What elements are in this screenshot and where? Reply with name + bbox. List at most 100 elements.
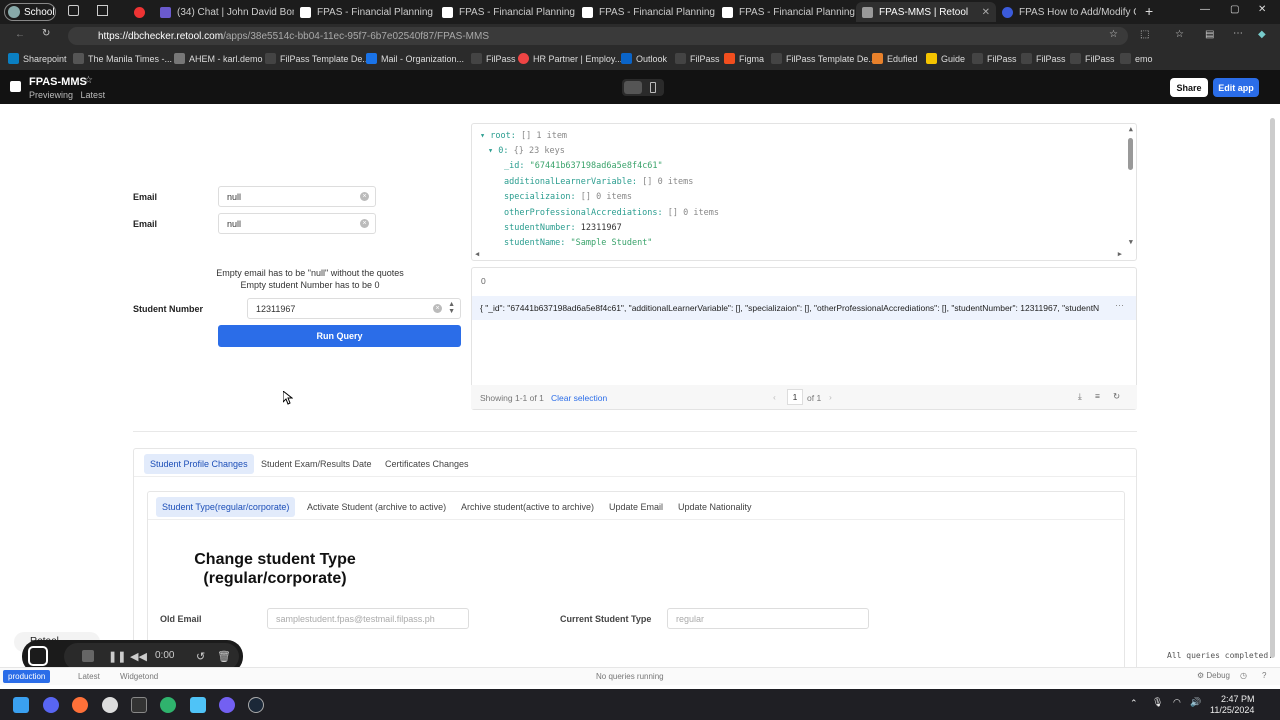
tab-student-type[interactable]: Student Type(regular/corporate) [156,497,296,517]
email-field[interactable]: null × [218,213,376,234]
caret-down-icon[interactable]: ▾ [488,146,498,156]
desktop-icon[interactable] [624,81,642,94]
edit-app-button[interactable]: Edit app [1213,78,1259,97]
prev-page-icon[interactable]: ‹ [773,392,776,402]
browser-tab[interactable]: FPAS How to Add/Modify C✕ [996,2,1136,22]
bookmark[interactable]: FilPass [471,53,516,64]
clear-icon[interactable]: × [433,304,442,313]
bookmark[interactable]: FilPass [1021,53,1066,64]
tab-activate-student[interactable]: Activate Student (archive to active) [301,497,452,517]
bookmark[interactable]: HR Partner | Employ... [518,53,622,64]
scrollbar[interactable] [1128,138,1133,170]
clear-selection-link[interactable]: Clear selection [551,393,607,403]
download-icon[interactable]: ⤓ [1078,391,1082,402]
star-icon[interactable]: ☆ [1109,29,1118,40]
tab-student-exam-results-date[interactable]: Student Exam/Results Date [255,454,378,474]
bookmark[interactable]: FilPass Template De... [265,53,370,64]
more-icon[interactable]: ⋯ [1115,300,1124,311]
firefox-icon[interactable] [72,697,88,713]
pause-icon[interactable]: ❚❚ [108,650,126,663]
column-header[interactable]: 0 [481,276,486,286]
clock-time[interactable]: 2:47 PM [1221,694,1255,704]
run-query-button[interactable]: Run Query [218,325,461,347]
bookmark[interactable]: Figma [724,53,764,64]
widget-label[interactable]: Widgetond [120,672,158,681]
url-input[interactable]: https://dbchecker.retool.com/apps/38e551… [68,27,1128,45]
bookmark[interactable]: FilPass [675,53,720,64]
student-number-input[interactable]: 12311967 × ▲ ▼ [247,298,461,319]
mobile-icon[interactable] [650,82,656,93]
windows-start-icon[interactable] [13,697,29,713]
profile-button[interactable]: School [4,3,56,21]
refresh-icon[interactable]: ↻ [42,28,50,39]
tab-certificates-changes[interactable]: Certificates Changes [379,454,475,474]
email-field[interactable]: null × [218,186,376,207]
caret-down-icon[interactable]: ▾ [480,131,490,141]
browser-tab[interactable] [128,2,152,22]
discord-icon[interactable] [43,697,59,713]
environment-badge[interactable]: production [3,670,51,683]
bookmark[interactable]: AHEM - karl.demo [174,53,263,64]
close-icon[interactable]: ✕ [982,7,990,18]
browser-tab-active[interactable]: FPAS-MMS | Retool ✕ [856,2,996,22]
star-icon[interactable]: ☆ [84,75,93,86]
stepper-icon[interactable]: ▲ ▼ [448,301,455,315]
tab-update-nationality[interactable]: Update Nationality [672,497,758,517]
page-scrollbar[interactable] [1270,118,1275,658]
bookmark[interactable]: Guide [926,53,965,64]
wifi-icon[interactable]: ◠ [1173,697,1181,708]
tray-chevron-icon[interactable]: ⌃ [1130,698,1138,709]
json-line[interactable]: ▾ root: [] 1 item [480,131,567,141]
history-icon[interactable]: ◷ [1240,671,1247,680]
help-icon[interactable]: ? [1262,671,1266,680]
browser-tab[interactable]: (34) Chat | John David Bomb✕ [154,2,294,22]
clear-icon[interactable]: × [360,219,369,228]
browser-tab[interactable]: FPAS - Financial Planning Ac✕ [716,2,856,22]
steam-icon[interactable] [248,697,264,713]
terminal-icon[interactable] [131,697,147,713]
filter-icon[interactable]: ≡ [1095,391,1100,401]
refresh-icon[interactable]: ↻ [1113,391,1120,402]
close-window-icon[interactable]: ✕ [1258,4,1266,15]
microphone-icon[interactable]: 🎙 [1152,697,1163,708]
workspaces-icon[interactable] [68,5,79,16]
json-line[interactable]: ▾ 0: {} 23 keys [488,146,565,156]
minimize-icon[interactable]: — [1200,4,1210,15]
bookmark[interactable]: FilPass Template De... [771,53,876,64]
tab-update-email[interactable]: Update Email [603,497,669,517]
app-icon[interactable] [102,697,118,713]
browser-tab[interactable]: FPAS - Financial Planning Ac✕ [294,2,434,22]
scroll-right-icon[interactable]: ▶ [1118,250,1122,258]
bookmark[interactable]: FilPass [972,53,1017,64]
volume-icon[interactable]: 🔊 [1190,697,1201,708]
menu-icon[interactable]: ⋯ [1233,28,1243,39]
favorites-icon[interactable]: ☆ [1175,29,1184,40]
restart-icon[interactable]: ↺ [196,650,205,663]
share-button[interactable]: Share [1170,78,1208,97]
bookmark[interactable]: Outlook [621,53,667,64]
collections-icon[interactable]: ▤ [1205,29,1214,40]
notepad-icon[interactable] [190,697,206,713]
tab-actions-icon[interactable] [97,5,108,16]
new-tab-icon[interactable]: + [1145,3,1153,19]
scroll-down-icon[interactable]: ▼ [1129,238,1133,246]
extensions-icon[interactable]: ⬚ [1140,29,1149,40]
viber-icon[interactable] [219,697,235,713]
clock-date[interactable]: 11/25/2024 [1210,705,1254,715]
rewind-icon[interactable]: ◀◀ [130,650,147,663]
version-label[interactable]: Latest [78,672,100,681]
current-type-input[interactable]: regular [667,608,869,629]
json-explorer[interactable]: ▾ root: [] 1 item ▾ 0: {} 23 keys _id: "… [471,123,1137,261]
maximize-icon[interactable]: ▢ [1230,4,1239,15]
browser-tab[interactable]: FPAS - Financial Planning Ac✕ [576,2,716,22]
scroll-up-icon[interactable]: ▲ [1129,125,1133,133]
browser-tab[interactable]: FPAS - Financial Planning Ac✕ [436,2,576,22]
table-row[interactable]: { "_id": "67441b637198ad6a5e8f4c61", "ad… [472,296,1136,320]
copilot-icon[interactable]: ◆ [1258,29,1266,40]
back-icon[interactable]: ← [15,29,25,40]
scroll-left-icon[interactable]: ◀ [475,250,479,258]
bookmark[interactable]: Edufied [872,53,918,64]
clear-icon[interactable]: × [360,192,369,201]
bookmark[interactable]: Mail - Organization... [366,53,464,64]
page-number-input[interactable]: 1 [787,389,803,405]
